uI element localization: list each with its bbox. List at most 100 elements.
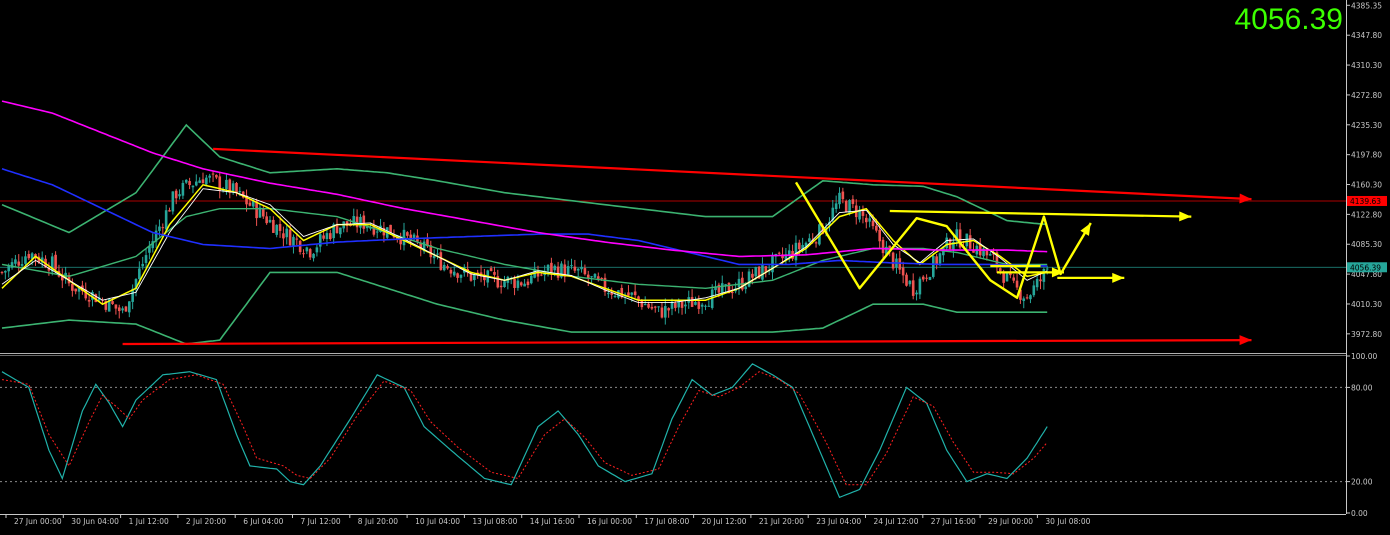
candle-bear bbox=[891, 252, 895, 269]
time-tick-label: 27 Jun 00:00 bbox=[14, 517, 62, 526]
candle-bear bbox=[777, 252, 781, 254]
candle-bear bbox=[493, 272, 496, 275]
candle-bear bbox=[355, 216, 359, 228]
candle-bear bbox=[288, 229, 292, 246]
candle-bear bbox=[272, 219, 275, 233]
candle-bear bbox=[255, 201, 258, 219]
candle-bear bbox=[446, 266, 449, 269]
time-tick-label: 2 Jul 20:00 bbox=[186, 517, 226, 526]
candle-bear bbox=[999, 268, 1002, 272]
candle-bull bbox=[359, 216, 362, 228]
candle-bull bbox=[643, 303, 647, 306]
candle-bull bbox=[868, 218, 871, 222]
candle-bear bbox=[71, 283, 74, 291]
candle-bear bbox=[660, 307, 664, 318]
candle-bull bbox=[225, 179, 228, 190]
candle-bear bbox=[322, 235, 325, 239]
candle-bull bbox=[325, 233, 329, 240]
candle-bear bbox=[362, 215, 366, 229]
candle-bull bbox=[164, 210, 168, 230]
candle-bear bbox=[124, 306, 128, 312]
candle-bear bbox=[188, 181, 191, 186]
candle-bear bbox=[248, 202, 252, 206]
trading-chart[interactable]: 4385.35 4347.80 4310.30 4272.80 4235.30 4197.… bbox=[0, 0, 1390, 531]
price-tick-label: 4235.30 bbox=[1351, 121, 1382, 130]
time-tick-label: 20 Jul 12:00 bbox=[702, 517, 747, 526]
candle-bull bbox=[988, 254, 992, 256]
candle-bear bbox=[875, 225, 878, 231]
candle-bull bbox=[208, 175, 211, 178]
candle-bear bbox=[117, 307, 121, 312]
candle-bear bbox=[161, 227, 165, 229]
price-tick-label: 4385.35 bbox=[1351, 1, 1382, 10]
candle-bull bbox=[432, 255, 436, 259]
candle-bear bbox=[1025, 297, 1029, 299]
time-tick-label: 10 Jul 04:00 bbox=[415, 517, 460, 526]
time-tick-label: 14 Jul 16:00 bbox=[530, 517, 575, 526]
price-chart[interactable]: 4385.35 4347.80 4310.30 4272.80 4235.30 4197.… bbox=[0, 0, 1390, 531]
candle-bear bbox=[633, 291, 637, 296]
candle-bear bbox=[489, 268, 493, 271]
price-tick-label: 4197.80 bbox=[1351, 151, 1382, 160]
price-tick-label: 4272.80 bbox=[1351, 91, 1382, 100]
candle-bear bbox=[456, 273, 459, 278]
candle-bear bbox=[215, 174, 218, 178]
candle-bull bbox=[593, 274, 597, 278]
candle-bull bbox=[184, 179, 188, 183]
candle-bear bbox=[1015, 280, 1019, 288]
candle-bear bbox=[881, 239, 885, 254]
candle-bull bbox=[794, 242, 798, 261]
candle-bull bbox=[4, 270, 7, 273]
candle-bull bbox=[737, 278, 741, 288]
candle-bear bbox=[74, 288, 77, 292]
candle-bull bbox=[516, 280, 520, 288]
candle-bear bbox=[439, 252, 443, 270]
candle-bull bbox=[285, 228, 289, 238]
candle-bear bbox=[513, 279, 516, 288]
candle-bear bbox=[27, 254, 31, 259]
price-tick-label: 4085.30 bbox=[1351, 240, 1382, 249]
osc-tick-label: 20.00 bbox=[1351, 478, 1373, 487]
candle-bear bbox=[1039, 279, 1042, 282]
candle-bear bbox=[865, 217, 868, 223]
time-tick-label: 8 Jul 20:00 bbox=[358, 517, 398, 526]
osc-tick-label: 0.00 bbox=[1351, 509, 1368, 518]
candle-bear bbox=[851, 199, 855, 204]
candle-bull bbox=[1035, 278, 1039, 288]
candle-bull bbox=[704, 305, 707, 307]
candle-bear bbox=[1009, 273, 1012, 276]
candle-bear bbox=[627, 292, 630, 296]
candle-bull bbox=[744, 286, 747, 290]
candle-bear bbox=[526, 281, 530, 286]
chart-background bbox=[0, 0, 1390, 531]
time-tick-label: 23 Jul 04:00 bbox=[816, 517, 861, 526]
candle-bull bbox=[352, 216, 356, 225]
time-tick-label: 16 Jul 00:00 bbox=[587, 517, 632, 526]
candle-bear bbox=[201, 179, 205, 184]
candle-bear bbox=[1002, 273, 1005, 283]
candle-bear bbox=[921, 276, 925, 280]
candle-bull bbox=[754, 267, 758, 277]
candle-bear bbox=[878, 229, 881, 242]
candle-bull bbox=[318, 234, 322, 247]
candle-bear bbox=[647, 303, 650, 308]
candle-bear bbox=[814, 242, 818, 244]
candle-bull bbox=[945, 237, 948, 249]
osc-tick-label: 100.00 bbox=[1351, 352, 1377, 361]
candle-bear bbox=[302, 253, 305, 255]
candle-bull bbox=[375, 231, 379, 233]
candle-bull bbox=[747, 271, 751, 287]
candle-bear bbox=[87, 299, 91, 302]
candle-bull bbox=[965, 233, 969, 247]
candle-bear bbox=[540, 274, 543, 276]
price-level-label: 4056.39 bbox=[1350, 263, 1381, 272]
candle-bear bbox=[278, 224, 282, 231]
candle-bear bbox=[925, 277, 928, 279]
candle-bear bbox=[653, 306, 657, 308]
time-tick-label: 1 Jul 12:00 bbox=[129, 517, 169, 526]
candle-bull bbox=[1005, 272, 1009, 282]
candle-bull bbox=[928, 277, 932, 280]
candle-bull bbox=[268, 219, 272, 223]
candle-bull bbox=[834, 203, 838, 210]
price-tick-label: 4310.30 bbox=[1351, 61, 1382, 70]
